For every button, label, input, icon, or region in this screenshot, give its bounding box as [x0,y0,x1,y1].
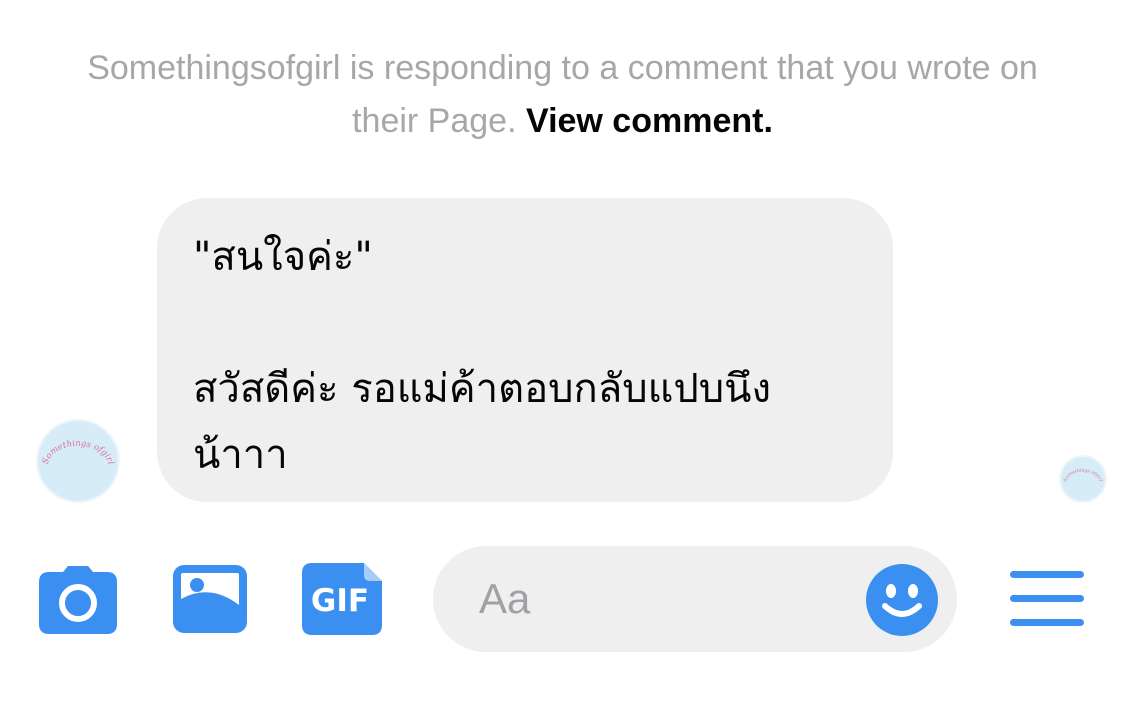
svg-text:Somethings ofgirl: Somethings ofgirl [41,439,116,466]
sender-avatar[interactable]: Somethings ofgirl [36,419,120,503]
menu-icon[interactable] [1010,571,1084,627]
comment-notice: Somethingsofgirl is responding to a comm… [60,42,1065,148]
message-line-2: น้าาา [193,432,288,478]
seen-avatar-logo: Somethings ofgirl [1063,468,1104,483]
emoji-icon[interactable] [866,564,938,636]
camera-icon[interactable] [39,566,117,634]
avatar-logo: Somethings ofgirl [41,439,116,466]
message-line-1: สวัสดีค่ะ รอแม่ค้าตอบกลับแปบนึง [193,366,772,412]
message-input[interactable] [477,568,861,630]
quoted-comment: "สนใจค่ะ" [193,234,373,280]
view-comment-link[interactable]: View comment. [526,102,773,140]
svg-text:Somethings ofgirl: Somethings ofgirl [1063,468,1104,483]
svg-text:GIF: GIF [311,583,369,619]
photo-icon[interactable] [173,565,247,633]
seen-avatar: Somethings ofgirl [1059,455,1107,503]
message-composer [433,546,957,652]
gif-icon[interactable]: GIF [302,563,382,635]
message-bubble[interactable]: "สนใจค่ะ" สวัสดีค่ะ รอแม่ค้าตอบกลับแปบนึ… [157,198,893,502]
